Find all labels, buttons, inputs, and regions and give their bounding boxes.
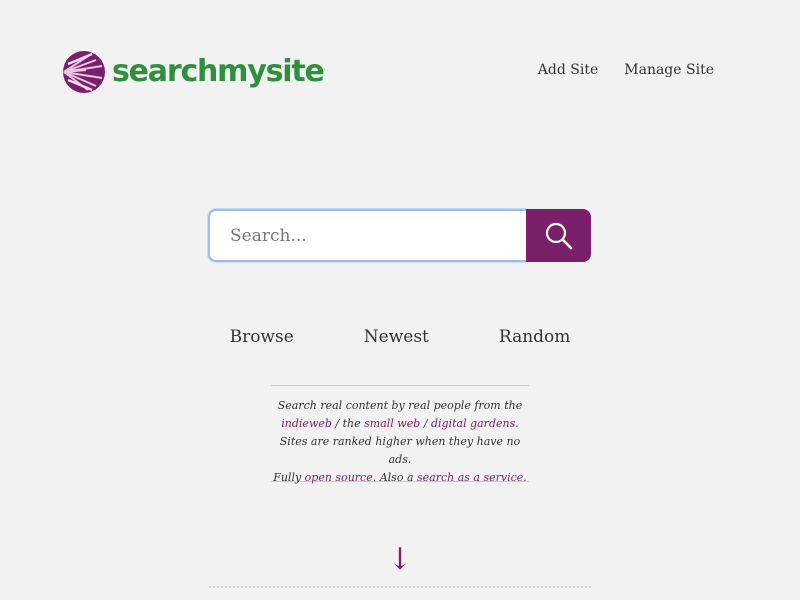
small-web-link[interactable]: small web [364,417,420,430]
blurb-period: . [515,417,519,430]
search-as-service-link[interactable]: search as a service [417,471,523,484]
search-form [208,209,591,262]
blurb-also: . Also a [372,471,417,484]
site-description: Search real content by real people from … [271,385,529,484]
newest-link[interactable]: Newest [364,327,429,347]
logo-text: searchmysite [112,54,325,89]
top-nav: Add Site Manage Site [538,62,714,78]
blurb-separator: / the [331,417,365,430]
indieweb-link[interactable]: indieweb [281,417,332,430]
digital-gardens-link[interactable]: digital gardens [431,417,515,430]
blurb-line-3: Sites are ranked higher when they have n… [279,435,521,466]
browse-links: Browse Newest Random [0,327,800,347]
search-button[interactable] [526,209,591,262]
scroll-down-arrow-icon[interactable]: ↓ [0,540,800,580]
page: searchmysite Add Site Manage Site Browse… [0,0,800,600]
search-input[interactable] [208,209,526,262]
logo-icon [63,51,105,93]
blurb-line-1: Search real content by real people from … [277,399,523,412]
open-source-link[interactable]: open source [305,471,373,484]
blurb-period: . [523,471,527,484]
blurb-separator: / [420,417,431,430]
browse-link[interactable]: Browse [230,327,294,347]
search-icon [545,222,572,249]
random-link[interactable]: Random [499,327,571,347]
manage-site-link[interactable]: Manage Site [624,62,714,78]
add-site-link[interactable]: Add Site [538,62,598,78]
site-logo-link[interactable]: searchmysite [62,50,325,94]
dotted-divider [209,586,591,588]
blurb-fully: Fully [273,471,305,484]
